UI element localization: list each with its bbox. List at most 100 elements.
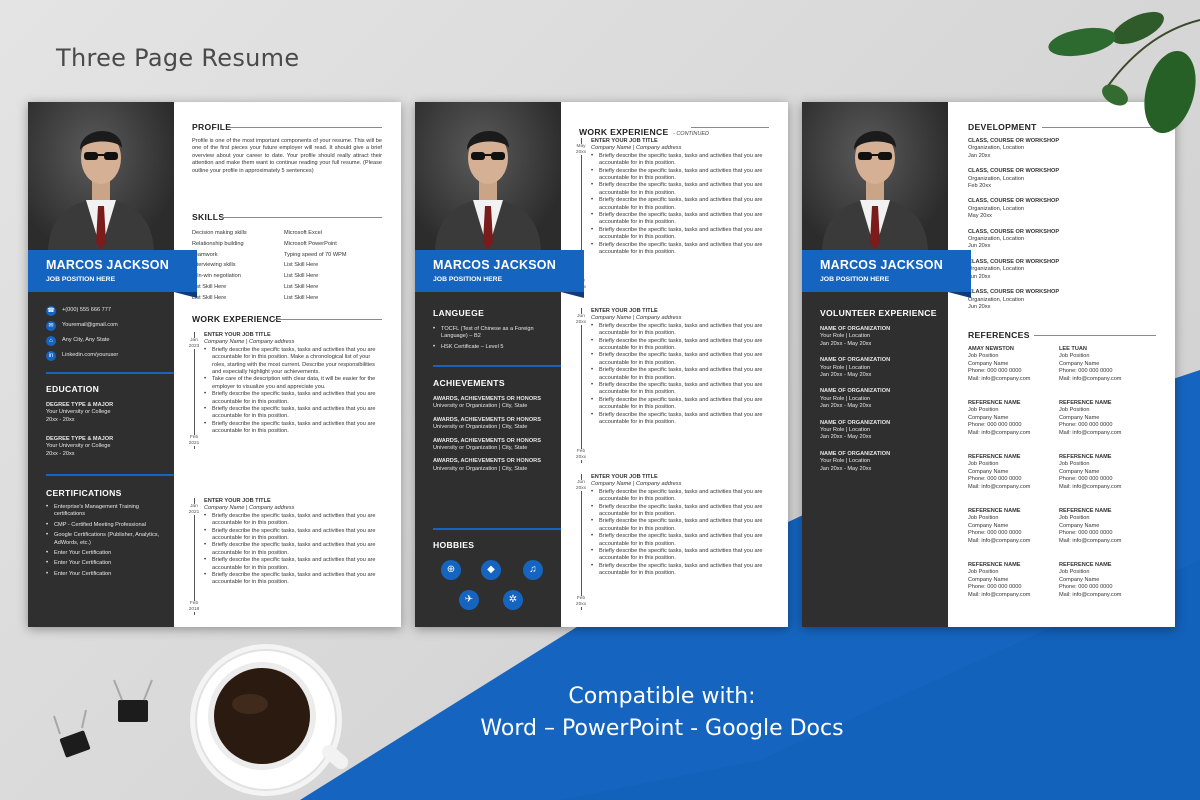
- person-name: MARCOS JACKSON: [433, 258, 556, 272]
- bullet-icon: •: [204, 406, 207, 413]
- job-bullet: • Briefly describe the specific tasks, ta…: [591, 227, 769, 242]
- job-bullet: • Briefly describe the specific tasks, ta…: [204, 406, 382, 421]
- school: Your University or College: [46, 409, 111, 416]
- development-item: CLASS, COURSE OR WORKSHOP Organization, L…: [968, 289, 1158, 311]
- job-entry: ENTER YOUR JOB TITLE Company Name | Compa…: [591, 308, 769, 427]
- bullet-icon: •: [591, 533, 594, 540]
- job-bullet: • Briefly describe the specific tasks, ta…: [591, 489, 769, 504]
- job-bullet: • Briefly describe the specific tasks, ta…: [591, 412, 769, 427]
- continued-label: - CONTINUED: [672, 131, 710, 137]
- reference-mail: Mail: info@company.com: [1059, 591, 1122, 598]
- reference-mail: Mail: info@company.com: [1059, 375, 1122, 382]
- company: Company Name | Company address: [204, 505, 295, 512]
- job-title: ENTER YOUR JOB TITLE: [204, 498, 271, 504]
- job-bullet: • Briefly describe the specific tasks, ta…: [591, 382, 769, 397]
- course-title: CLASS, COURSE OR WORKSHOP: [968, 228, 1060, 235]
- bullet-icon: •: [591, 503, 594, 510]
- reference-position: Job Position: [968, 407, 999, 414]
- bullet-text: Briefly describe the specific tasks, tas…: [599, 396, 763, 411]
- reference-phone: Phone: 000 000 0000: [1059, 476, 1113, 483]
- timeline-line: [194, 498, 195, 615]
- company: Company Name | Company address: [591, 315, 682, 322]
- skill-item: List Skill Here: [192, 294, 227, 301]
- reference-position: Job Position: [1059, 515, 1090, 522]
- profile-title: PROFILE: [192, 122, 232, 132]
- development-item: CLASS, COURSE OR WORKSHOP Organization, L…: [968, 198, 1158, 220]
- divider: [433, 528, 561, 530]
- achievement-org: University or Organization | City, State: [433, 424, 528, 431]
- skill-item: List Skill Here: [284, 273, 319, 280]
- reference-mail: Mail: info@company.com: [968, 537, 1031, 544]
- skill-item: Microsoft PowerPoint: [284, 240, 337, 247]
- organization: NAME OF ORGANIZATION: [820, 419, 891, 426]
- certification-list: • Enterprise's Management Training certif…: [46, 504, 164, 581]
- job-bullet: • Briefly describe the specific tasks, ta…: [591, 367, 769, 382]
- language-item: • TOCFL (Test of Chinese as a Foreign Lan…: [433, 326, 551, 341]
- reference-name: REFERENCE NAME: [968, 454, 1021, 460]
- skill-item: Relationship building: [192, 240, 244, 247]
- job-bullet: • Briefly describe the specific tasks, ta…: [591, 397, 769, 412]
- course-title: CLASS, COURSE OR WORKSHOP: [968, 198, 1060, 205]
- timeline-line: [581, 474, 582, 610]
- linkedin-icon: in: [46, 351, 56, 361]
- bullet-icon: •: [591, 182, 594, 189]
- reference-name: REFERENCE NAME: [1059, 562, 1112, 568]
- bullet-icon: •: [591, 382, 594, 389]
- reference-name: LEE TUAN: [1059, 346, 1087, 352]
- volunteer-item: NAME OF ORGANIZATION Your Role | Location…: [820, 420, 944, 442]
- achievement-org: University or Organization | City, State: [433, 445, 528, 452]
- bullet-icon: •: [46, 521, 49, 528]
- profile-photo: [415, 102, 561, 250]
- reference-position: Job Position: [1059, 461, 1090, 468]
- bullet-text: Briefly describe the specific tasks, tas…: [599, 337, 763, 352]
- certification-text: Enter Your Certification: [54, 550, 112, 557]
- compatible-apps-label: Word – PowerPoint - Google Docs: [480, 716, 844, 741]
- degree: DEGREE TYPE & MAJOR: [46, 402, 114, 408]
- bullet-icon: •: [591, 548, 594, 555]
- school: Your University or College: [46, 443, 111, 450]
- reference-phone: Phone: 000 000 0000: [1059, 422, 1113, 429]
- certification-text: Enter Your Certification: [54, 560, 112, 567]
- contact-row: ✉ Youremail@gmail.com: [46, 321, 118, 331]
- certification-item: • Enter Your Certification: [46, 550, 164, 557]
- job-bullet: • Briefly describe the specific tasks, ta…: [591, 323, 769, 338]
- course-date: Jun 20xx: [968, 243, 991, 250]
- compatible-with-label: Compatible with:: [568, 684, 756, 709]
- end-date: Feb 20xx: [573, 596, 589, 608]
- person-portrait-icon: [435, 130, 541, 250]
- bullet-text: Briefly describe the specific tasks, tas…: [212, 406, 376, 420]
- hobbies-title: HOBBIES: [433, 540, 475, 550]
- achievement-title: AWARDS, ACHIEVEMENTS OR HONORS: [433, 416, 541, 423]
- job-bullet: • Briefly describe the specific tasks, ta…: [591, 504, 769, 519]
- reference-card: REFERENCE NAME Job Position Company Name Ph…: [1059, 562, 1149, 599]
- reference-name: REFERENCE NAME: [968, 562, 1021, 568]
- gamepad-icon: ⊕: [441, 560, 461, 580]
- bullet-icon: •: [591, 411, 594, 418]
- reference-mail: Mail: info@company.com: [968, 429, 1031, 436]
- reference-position: Job Position: [968, 515, 999, 522]
- reference-company: Company Name: [968, 468, 1009, 475]
- job-bullet: • Briefly describe the specific tasks, ta…: [204, 513, 382, 528]
- skills-right-list: Microsoft Excel Microsoft PowerPoint Typin…: [284, 228, 384, 304]
- reference-name: REFERENCE NAME: [1059, 508, 1112, 514]
- bullet-text: Briefly describe the specific tasks, tas…: [212, 527, 376, 542]
- certifications-title: CERTIFICATIONS: [46, 488, 122, 498]
- person-name: MARCOS JACKSON: [46, 258, 169, 272]
- bullet-text: Briefly describe the specific tasks, tas…: [599, 226, 763, 241]
- contact-text: +(000) 555 666 777: [62, 307, 111, 314]
- job-bullet: • Briefly describe the specific tasks, ta…: [591, 548, 769, 563]
- job-bullet: • Briefly describe the specific tasks, ta…: [204, 391, 382, 406]
- timeline-line: [581, 308, 582, 463]
- divider: [46, 474, 174, 476]
- divider: [274, 319, 382, 320]
- sidebar: MARCOS JACKSON JOB POSITION HERE VOLUNTE…: [802, 102, 971, 627]
- course-date: May 20xx: [968, 213, 992, 220]
- company: Company Name | Company address: [591, 145, 682, 152]
- skills-title: SKILLS: [192, 212, 225, 222]
- job-bullet: • Briefly describe the specific tasks, ta…: [591, 182, 769, 197]
- reference-phone: Phone: 000 000 0000: [1059, 530, 1113, 537]
- job-bullet: • Briefly describe the specific tasks, ta…: [591, 197, 769, 212]
- reference-mail: Mail: info@company.com: [968, 591, 1031, 598]
- role: Your Role | Location: [820, 364, 871, 371]
- dates: Jan 20xx - May 20xx: [820, 340, 872, 347]
